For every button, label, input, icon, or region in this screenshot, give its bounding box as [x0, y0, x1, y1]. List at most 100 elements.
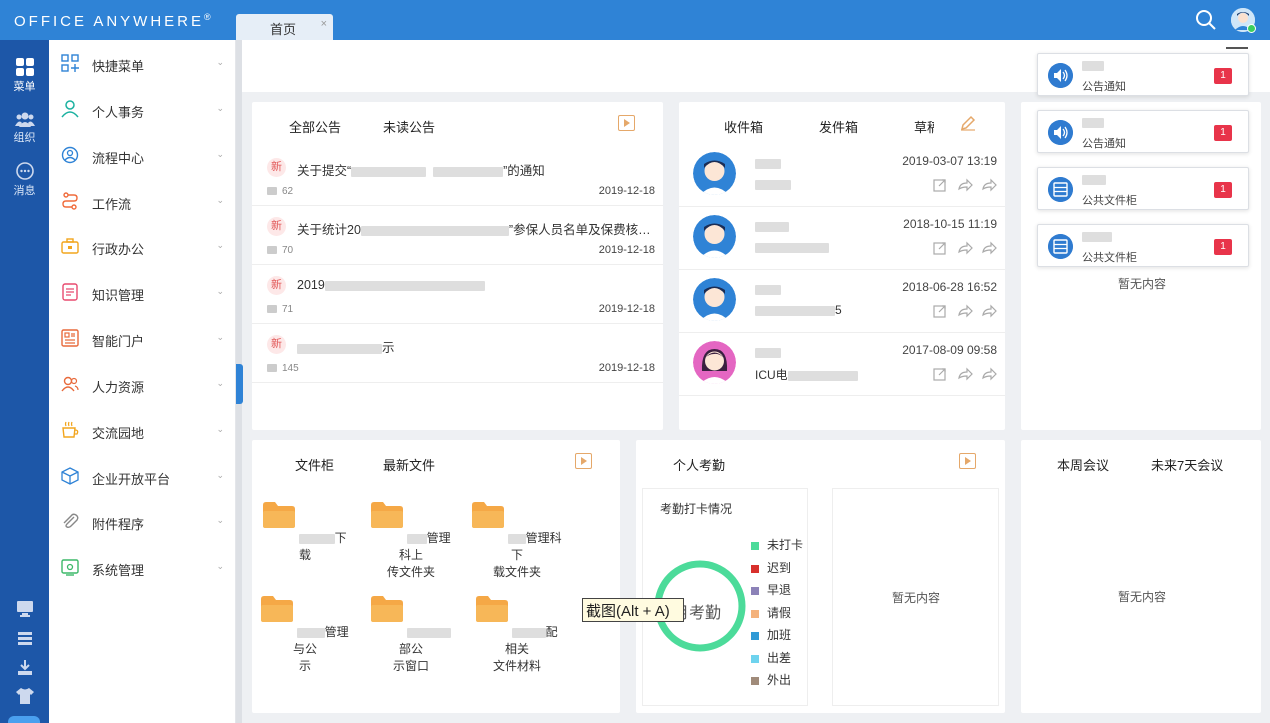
speaker-icon: [1048, 120, 1073, 145]
mail-item[interactable]: 2018-10-15 11:19: [679, 207, 1005, 270]
notice-item[interactable]: 新 关于提交“ ”的通知 62 2019-12-18: [252, 147, 663, 206]
tab-all-notices[interactable]: 全部公告: [289, 117, 341, 136]
mail-actions[interactable]: [933, 304, 997, 318]
menu-item-label: 行政办公: [92, 242, 145, 257]
attendance-title[interactable]: 个人考勤: [673, 455, 725, 474]
chevron-down-icon: ⌄: [216, 515, 224, 525]
comment-count: 71: [267, 304, 293, 315]
notice-title-end: ”的通知: [503, 164, 545, 178]
notice-item[interactable]: 新 2019 71 2019-12-18: [252, 265, 663, 324]
menu-item-attachments[interactable]: 附件程序 ⌄: [49, 501, 236, 541]
menu-item-admin-office[interactable]: 行政办公 ⌄: [49, 226, 236, 266]
menu-item-exchange[interactable]: 交流园地 ⌄: [49, 410, 236, 450]
rail-item-messages[interactable]: 消息: [0, 162, 49, 198]
grid-icon: [15, 58, 34, 76]
menu-item-hr[interactable]: 人力资源 ⌄: [49, 364, 236, 404]
desktop-icon[interactable]: [15, 600, 35, 618]
tab-home[interactable]: 首页 ×: [236, 14, 333, 40]
mail-actions[interactable]: [933, 178, 997, 192]
toast-type: 公共文件柜: [1082, 252, 1137, 264]
legend-item: 出差: [751, 649, 821, 666]
mail-actions[interactable]: [933, 367, 997, 381]
tab-close-icon[interactable]: ×: [321, 18, 327, 30]
attendance-chart-panel: 考勤打卡情况 月考勤 未打卡 迟到 早退 请假 加班 出差 外出: [642, 488, 808, 706]
person-icon: [61, 100, 79, 118]
menu-item-shortcuts[interactable]: 快捷菜单 ⌄: [49, 43, 236, 83]
mail-date: 2017-08-09 09:58: [902, 343, 997, 357]
notice-item[interactable]: 新 示 145 2019-12-18: [252, 324, 663, 383]
comment-count: 70: [267, 245, 293, 256]
folder-icon: [371, 502, 404, 528]
folder-item[interactable]: 下载: [260, 502, 350, 564]
notification-toast[interactable]: 公告通知 1: [1037, 53, 1249, 96]
tab-outbox[interactable]: 发件箱: [819, 117, 858, 136]
download-icon[interactable]: [15, 659, 35, 677]
menu-item-label: 知识管理: [92, 288, 145, 303]
registered-mark: ®: [204, 12, 214, 22]
menu-item-flow-center[interactable]: 流程中心 ⌄: [49, 135, 236, 175]
layers-icon[interactable]: [15, 630, 35, 648]
app-logo-text: Office Anywhere: [14, 13, 205, 30]
notification-toast[interactable]: 公共文件柜 1: [1037, 224, 1249, 267]
app-logo: Office Anywhere®: [14, 12, 214, 30]
compose-icon[interactable]: [960, 115, 976, 131]
legend-swatch: [751, 676, 759, 685]
toast-type: 公告通知: [1082, 138, 1126, 150]
notice-date: 2019-12-18: [598, 244, 655, 256]
tab-this-week-meetings[interactable]: 本周会议: [1057, 455, 1109, 474]
theme-shirt-icon[interactable]: [15, 687, 35, 705]
folder-item[interactable]: 管理与公示: [260, 596, 350, 675]
play-icon[interactable]: [575, 453, 592, 469]
menu-item-personal[interactable]: 个人事务 ⌄: [49, 89, 236, 129]
mail-date: 2018-06-28 16:52: [902, 280, 997, 294]
toast-count-badge: 1: [1214, 125, 1232, 141]
menu-item-system[interactable]: 系统管理 ⌄: [49, 547, 236, 587]
menu-item-portal[interactable]: 智能门户 ⌄: [49, 318, 236, 358]
rail-bottom-pill[interactable]: [8, 716, 40, 723]
folder-item[interactable]: 管理科下 载文件夹: [472, 502, 562, 581]
mail-subject: ICU电: [755, 366, 858, 383]
rail-item-org[interactable]: 组织: [0, 111, 49, 145]
workflow-icon: [62, 192, 78, 210]
notification-toast[interactable]: 公共文件柜 1: [1037, 167, 1249, 210]
cube-icon: [61, 467, 79, 485]
play-icon[interactable]: [959, 453, 976, 469]
folder-icon: [263, 502, 296, 528]
mail-item[interactable]: 5 2018-06-28 16:52: [679, 270, 1005, 333]
tab-unread-notices[interactable]: 未读公告: [383, 117, 435, 136]
legend-item: 请假: [751, 604, 821, 621]
folder-item[interactable]: 部公 示窗口: [366, 596, 456, 675]
folder-icon: [261, 596, 294, 622]
toast-sender: [1082, 174, 1106, 186]
folder-item[interactable]: 配相关 文件材料: [472, 596, 562, 675]
female-avatar-icon: [693, 341, 736, 384]
mail-item[interactable]: 2019-03-07 13:19: [679, 144, 1005, 207]
tab-next-7-days-meetings[interactable]: 未来7天会议: [1151, 455, 1223, 474]
menu-item-knowledge[interactable]: 知识管理 ⌄: [49, 272, 236, 312]
mail-actions[interactable]: [933, 241, 997, 255]
legend-swatch: [751, 609, 759, 618]
folder-item[interactable]: 管理科上 传文件夹: [366, 502, 456, 581]
new-badge: 新: [267, 276, 286, 295]
sidebar-collapse-handle[interactable]: [236, 364, 243, 404]
shortcut-icon: [61, 54, 79, 72]
notice-card: 全部公告 未读公告 新 关于提交“ ”的通知 62 2019-12-18 新 关…: [252, 102, 663, 430]
tab-inbox[interactable]: 收件箱: [724, 117, 763, 136]
rail-item-menu[interactable]: 菜单: [0, 58, 49, 94]
play-icon[interactable]: [618, 115, 635, 131]
tab-file-cabinet[interactable]: 文件柜: [295, 455, 334, 474]
menu-item-open-platform[interactable]: 企业开放平台 ⌄: [49, 456, 236, 496]
comment-icon: [267, 305, 277, 314]
folder-name-line2: 文件材料: [492, 659, 541, 673]
tab-drafts[interactable]: 草稿: [914, 117, 934, 136]
tab-latest-files[interactable]: 最新文件: [383, 455, 435, 474]
people-icon: [14, 112, 35, 127]
attendance-subtitle: 考勤打卡情况: [660, 502, 733, 516]
sidebar-menu: 快捷菜单 ⌄ 个人事务 ⌄ 流程中心 ⌄ 工作流 ⌄ 行政办公 ⌄ 知识管理 ⌄ 智能门户 ⌄…: [49, 40, 236, 723]
mail-item[interactable]: ICU电 2017-08-09 09:58: [679, 333, 1005, 396]
notification-toast[interactable]: 公告通知 1: [1037, 110, 1249, 153]
search-icon[interactable]: [1195, 9, 1217, 31]
menu-item-workflow[interactable]: 工作流 ⌄: [49, 181, 236, 221]
comment-count-value: 70: [282, 245, 294, 256]
notice-item[interactable]: 新 关于统计20 ”参保人员名单及保费核… 70 2019-12-18: [252, 206, 663, 265]
